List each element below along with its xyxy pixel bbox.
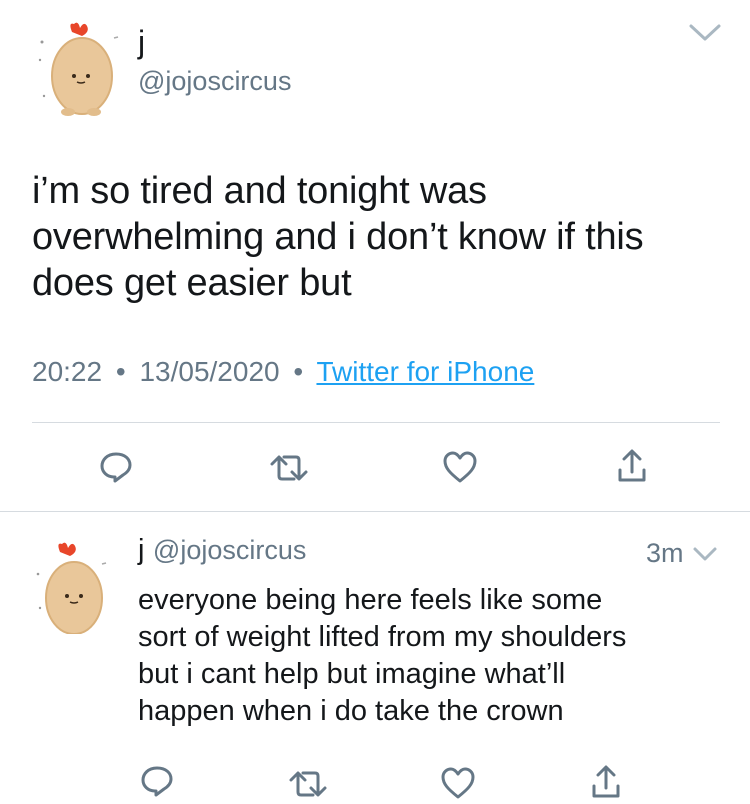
tweet-text-line: overwhelming and i don’t know if this bbox=[32, 216, 644, 258]
retweet-icon[interactable] bbox=[268, 452, 310, 484]
tweet-text-line: happen when i do take the crown bbox=[138, 695, 564, 727]
avatar[interactable] bbox=[30, 18, 130, 118]
main-tweet: j @jojoscircus i’m so tired and tonight … bbox=[0, 0, 750, 512]
display-name[interactable]: j bbox=[138, 534, 144, 566]
tweet-source-link[interactable]: Twitter for iPhone bbox=[316, 356, 534, 387]
meta-separator: • bbox=[293, 356, 304, 387]
avatar-image bbox=[38, 22, 119, 116]
reply-icon[interactable] bbox=[140, 764, 174, 798]
user-handle[interactable]: @jojoscircus bbox=[138, 66, 291, 97]
tweet-date: 13/05/2020 bbox=[139, 356, 280, 387]
share-icon[interactable] bbox=[590, 764, 622, 800]
retweet-icon[interactable] bbox=[287, 768, 329, 800]
time-ago: 3m bbox=[646, 538, 684, 568]
chevron-down-icon[interactable] bbox=[688, 22, 722, 44]
tweet-meta: 20:22 • 13/05/2020 • Twitter for iPhone bbox=[32, 356, 534, 388]
tweet-text: everyone being here feels like some sort… bbox=[138, 582, 738, 730]
reply-icon[interactable] bbox=[99, 450, 133, 484]
tweet-text-line: everyone being here feels like some bbox=[138, 584, 603, 616]
reply-header: j @jojoscircus bbox=[138, 534, 306, 567]
tweet-text-line: but i cant help but imagine what’ll bbox=[138, 658, 566, 690]
chevron-down-icon[interactable] bbox=[692, 546, 718, 564]
user-handle[interactable]: @jojoscircus bbox=[153, 535, 306, 565]
tweet-time: 20:22 bbox=[32, 356, 103, 387]
tweet-text: i’m so tired and tonight was overwhelmin… bbox=[32, 168, 732, 306]
tweet-text-line: sort of weight lifted from my shoulders bbox=[138, 621, 627, 653]
display-name[interactable]: j bbox=[138, 24, 145, 61]
avatar[interactable] bbox=[30, 534, 130, 635]
share-icon[interactable] bbox=[616, 448, 648, 484]
avatar-image bbox=[36, 542, 107, 635]
like-icon[interactable] bbox=[442, 450, 478, 484]
like-icon[interactable] bbox=[440, 766, 476, 800]
reply-tweet[interactable]: j @jojoscircus 3m everyone being here fe… bbox=[0, 512, 750, 804]
tweet-text-line: does get easier but bbox=[32, 262, 352, 304]
divider bbox=[32, 422, 720, 423]
tweet-text-line: i’m so tired and tonight was bbox=[32, 170, 487, 212]
meta-separator: • bbox=[115, 356, 126, 387]
